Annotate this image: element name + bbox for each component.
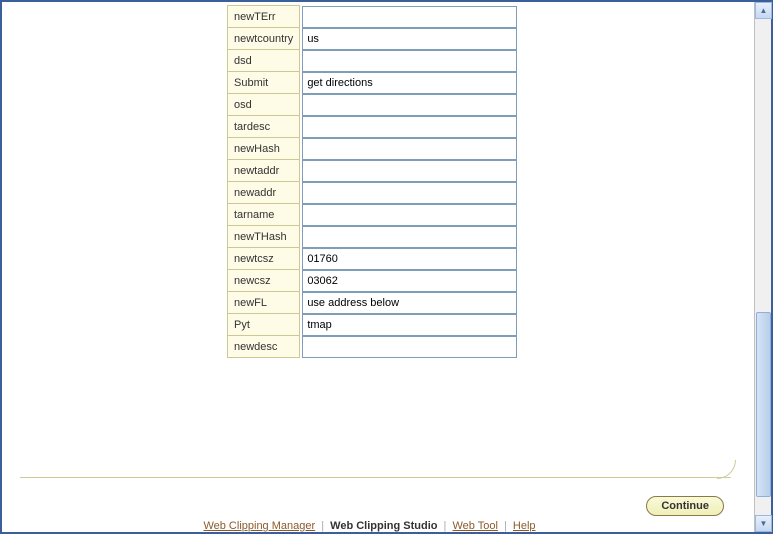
field-input[interactable] [302, 292, 517, 314]
field-label: newFL [228, 292, 300, 314]
field-input[interactable] [302, 138, 517, 160]
scrollbar-track[interactable]: ▲ ▼ [754, 2, 771, 532]
field-input-cell [300, 248, 518, 270]
app-frame: newTErrnewtcountrydsdSubmitosdtardescnew… [0, 0, 773, 534]
field-label: Submit [228, 72, 300, 94]
form-row: newHash [228, 138, 518, 160]
field-input-cell [300, 314, 518, 336]
form-row: Submit [228, 72, 518, 94]
field-label: newtaddr [228, 160, 300, 182]
footer-links: Web Clipping Manager | Web Clipping Stud… [2, 520, 737, 532]
field-input-cell [300, 50, 518, 72]
field-input[interactable] [302, 72, 517, 94]
field-label: Pyt [228, 314, 300, 336]
field-input-cell [300, 226, 518, 248]
field-label: tarname [228, 204, 300, 226]
separator: | [504, 520, 507, 532]
form-row: newaddr [228, 182, 518, 204]
field-label: newTErr [228, 6, 300, 28]
continue-button[interactable]: Continue [646, 496, 724, 516]
footer-link-studio: Web Clipping Studio [330, 520, 437, 532]
separator: | [444, 520, 447, 532]
field-label: tardesc [228, 116, 300, 138]
form-row: newtcsz [228, 248, 518, 270]
field-input[interactable] [302, 6, 517, 28]
field-input[interactable] [302, 116, 517, 138]
field-input-cell [300, 336, 518, 358]
field-input[interactable] [302, 50, 517, 72]
scroll-down-button[interactable]: ▼ [755, 515, 772, 532]
field-input-cell [300, 270, 518, 292]
field-input-cell [300, 138, 518, 160]
field-label: newaddr [228, 182, 300, 204]
field-input[interactable] [302, 248, 517, 270]
form-row: newtaddr [228, 160, 518, 182]
field-input[interactable] [302, 226, 517, 248]
field-input-cell [300, 6, 518, 28]
footer-link-tool[interactable]: Web Tool [452, 520, 497, 532]
field-input[interactable] [302, 336, 517, 358]
separator: | [321, 520, 324, 532]
field-input-cell [300, 204, 518, 226]
form-row: newdesc [228, 336, 518, 358]
form-row: dsd [228, 50, 518, 72]
field-label: newtcsz [228, 248, 300, 270]
divider-line [20, 477, 731, 478]
form-row: newcsz [228, 270, 518, 292]
form-row: Pyt [228, 314, 518, 336]
field-label: newtcountry [228, 28, 300, 50]
field-label: newdesc [228, 336, 300, 358]
field-input-cell [300, 72, 518, 94]
form-table: newTErrnewtcountrydsdSubmitosdtardescnew… [227, 5, 518, 358]
field-input[interactable] [302, 182, 517, 204]
field-input[interactable] [302, 314, 517, 336]
field-label: newcsz [228, 270, 300, 292]
form-row: tardesc [228, 116, 518, 138]
form-row: tarname [228, 204, 518, 226]
field-input[interactable] [302, 204, 517, 226]
field-label: newTHash [228, 226, 300, 248]
field-input[interactable] [302, 28, 517, 50]
field-input-cell [300, 28, 518, 50]
field-input-cell [300, 182, 518, 204]
field-input[interactable] [302, 160, 517, 182]
field-label: dsd [228, 50, 300, 72]
form-row: newtcountry [228, 28, 518, 50]
field-input-cell [300, 292, 518, 314]
form-row: newTHash [228, 226, 518, 248]
form-row: newTErr [228, 6, 518, 28]
scroll-thumb[interactable] [756, 312, 771, 497]
field-input[interactable] [302, 270, 517, 292]
field-input-cell [300, 160, 518, 182]
footer-link-manager[interactable]: Web Clipping Manager [203, 520, 315, 532]
field-input-cell [300, 116, 518, 138]
field-label: newHash [228, 138, 300, 160]
field-label: osd [228, 94, 300, 116]
form-row: osd [228, 94, 518, 116]
scroll-up-button[interactable]: ▲ [755, 2, 772, 19]
field-input[interactable] [302, 94, 517, 116]
footer-link-help[interactable]: Help [513, 520, 536, 532]
form-row: newFL [228, 292, 518, 314]
content-area: newTErrnewtcountrydsdSubmitosdtardescnew… [2, 2, 754, 532]
field-input-cell [300, 94, 518, 116]
